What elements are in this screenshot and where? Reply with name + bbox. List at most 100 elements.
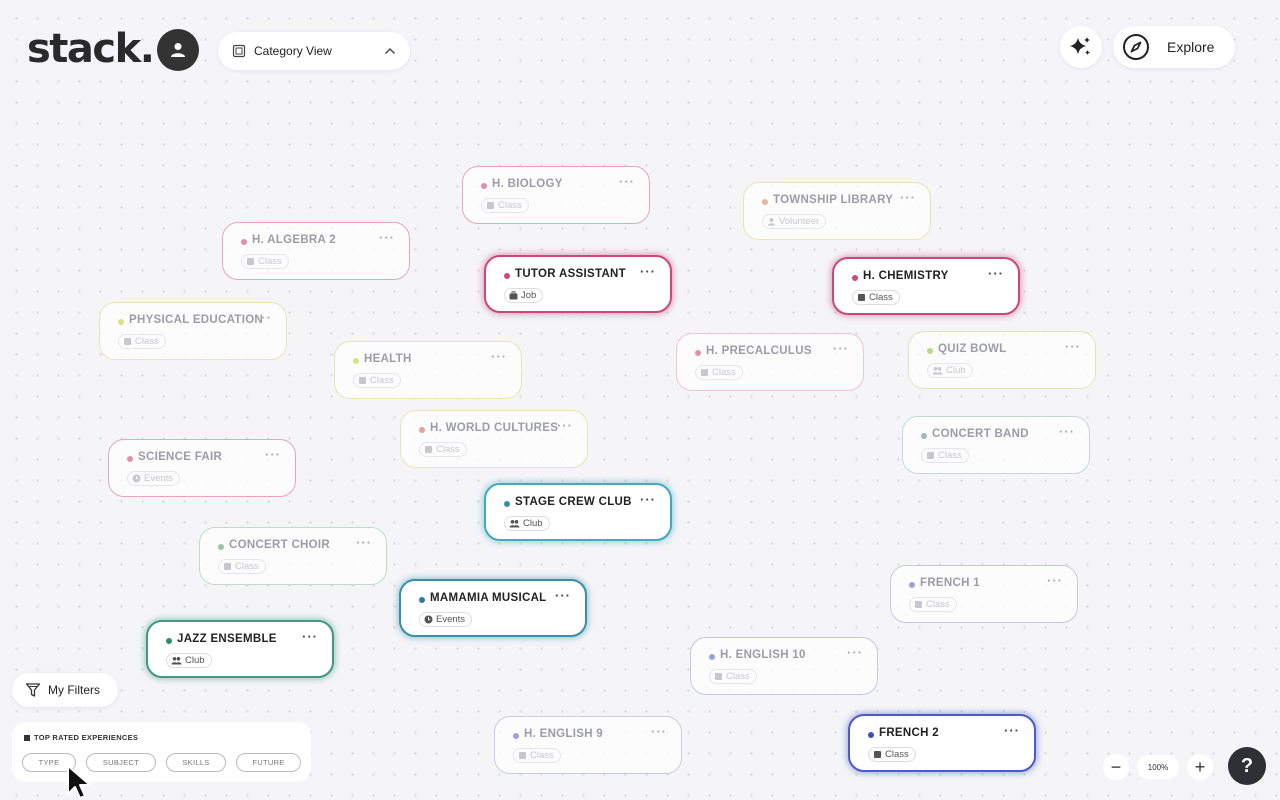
card-title: JAZZ ENSEMBLE: [177, 633, 277, 645]
card-type-tag: Class: [695, 365, 743, 380]
experience-card-concert-band[interactable]: CONCERT BAND ··· Class: [902, 416, 1090, 474]
card-type-tag: Job: [504, 288, 544, 303]
card-type-label: Club: [185, 655, 205, 666]
card-color-dot: [762, 199, 768, 205]
card-type-label: Job: [521, 290, 537, 301]
card-color-dot: [852, 275, 858, 281]
clock-icon: [424, 615, 433, 624]
book-icon: [246, 257, 255, 266]
card-title: H. BIOLOGY: [492, 178, 563, 190]
card-type-label: Volunteer: [779, 216, 820, 227]
card-type-label: Class: [498, 200, 522, 211]
more-options-icon[interactable]: ···: [1065, 339, 1081, 354]
card-color-dot: [909, 582, 915, 588]
my-filters-button[interactable]: My Filters: [12, 673, 118, 707]
experience-card-tutor-assistant[interactable]: TUTOR ASSISTANT ··· Job: [484, 255, 672, 313]
zoom-in-button[interactable]: +: [1187, 754, 1213, 780]
card-title: H. WORLD CULTURES: [430, 422, 559, 434]
more-options-icon[interactable]: ···: [847, 645, 863, 660]
explore-button[interactable]: Explore: [1113, 26, 1235, 68]
more-options-icon[interactable]: ···: [1059, 424, 1075, 439]
more-options-icon[interactable]: ···: [256, 310, 272, 325]
more-options-icon[interactable]: ···: [491, 349, 507, 364]
ai-sparkle-button[interactable]: [1060, 26, 1102, 68]
experience-card-h-chemistry[interactable]: H. CHEMISTRY ··· Class: [832, 257, 1020, 315]
experience-card-quiz-bowl[interactable]: QUIZ BOWL ··· Club: [908, 331, 1096, 389]
experience-card-h-precalculus[interactable]: H. PRECALCULUS ··· Class: [676, 333, 864, 391]
more-options-icon[interactable]: ···: [557, 418, 573, 433]
card-color-dot: [927, 348, 933, 354]
card-type-label: Class: [885, 749, 909, 760]
card-type-label: Class: [869, 292, 893, 303]
help-button[interactable]: ?: [1228, 747, 1266, 785]
experience-card-french-2[interactable]: FRENCH 2 ··· Class: [848, 714, 1036, 772]
card-type-label: Class: [938, 450, 962, 461]
card-title: H. CHEMISTRY: [863, 270, 949, 282]
more-options-icon[interactable]: ···: [1004, 723, 1020, 738]
card-type-label: Class: [235, 561, 259, 572]
card-type-label: Club: [946, 365, 966, 376]
card-type-label: Class: [726, 671, 750, 682]
experience-card-physical-education[interactable]: PHYSICAL EDUCATION ··· Class: [99, 302, 287, 360]
experience-card-h-english-10[interactable]: H. ENGLISH 10 ··· Class: [690, 637, 878, 695]
card-type-tag: Club: [927, 363, 973, 378]
experience-card-health[interactable]: HEALTH ··· Class: [334, 341, 522, 399]
filter-icon: [25, 683, 41, 697]
experience-card-jazz-ensemble[interactable]: JAZZ ENSEMBLE ··· Club: [146, 620, 334, 678]
card-type-tag: Class: [218, 559, 266, 574]
filter-pill-subject[interactable]: SUBJECT: [86, 753, 156, 772]
more-options-icon[interactable]: ···: [302, 629, 318, 644]
more-options-icon[interactable]: ···: [265, 447, 281, 462]
more-options-icon[interactable]: ···: [988, 266, 1004, 281]
card-color-dot: [921, 433, 927, 439]
filter-pill-future[interactable]: FUTURE: [236, 753, 301, 772]
card-color-dot: [504, 273, 510, 279]
user-icon: [171, 43, 185, 57]
card-type-label: Events: [436, 614, 466, 625]
more-options-icon[interactable]: ···: [555, 588, 571, 603]
more-options-icon[interactable]: ···: [619, 174, 635, 189]
more-options-icon[interactable]: ···: [833, 341, 849, 356]
more-options-icon[interactable]: ···: [640, 264, 656, 279]
card-title: TUTOR ASSISTANT: [515, 268, 626, 280]
card-type-tag: Class: [909, 597, 957, 612]
experience-card-township-library[interactable]: TOWNSHIP LIBRARY ··· Volunteer: [743, 182, 931, 240]
card-type-label: Class: [370, 375, 394, 386]
chevron-up-icon: [385, 48, 395, 54]
card-title: STAGE CREW CLUB: [515, 496, 632, 508]
card-color-dot: [868, 732, 874, 738]
experience-card-mamamia-musical[interactable]: MAMAMIA MUSICAL ··· Events: [399, 579, 587, 637]
more-options-icon[interactable]: ···: [900, 190, 916, 205]
experience-card-french-1[interactable]: FRENCH 1 ··· Class: [890, 565, 1078, 623]
card-type-tag: Club: [166, 653, 212, 668]
more-options-icon[interactable]: ···: [379, 230, 395, 245]
experience-card-concert-choir[interactable]: CONCERT CHOIR ··· Class: [199, 527, 387, 585]
card-title: SCIENCE FAIR: [138, 451, 223, 463]
more-options-icon[interactable]: ···: [640, 492, 656, 507]
card-type-tag: Events: [127, 471, 181, 486]
card-type-label: Events: [144, 473, 174, 484]
person-icon: [767, 217, 776, 226]
card-color-dot: [513, 733, 519, 739]
experience-card-h-biology[interactable]: H. BIOLOGY ··· Class: [462, 166, 650, 224]
filter-pill-skills[interactable]: SKILLS: [166, 753, 226, 772]
book-icon: [424, 445, 433, 454]
category-view-dropdown[interactable]: Category View: [218, 32, 410, 70]
card-type-label: Class: [135, 336, 159, 347]
experience-card-h-english-9[interactable]: H. ENGLISH 9 ··· Class: [494, 716, 682, 774]
card-color-dot: [419, 597, 425, 603]
profile-avatar-button[interactable]: [157, 29, 199, 71]
experience-card-science-fair[interactable]: SCIENCE FAIR ··· Events: [108, 439, 296, 497]
experience-card-h-world-cultures[interactable]: H. WORLD CULTURES ··· Class: [400, 410, 588, 468]
more-options-icon[interactable]: ···: [651, 724, 667, 739]
card-type-tag: Class: [481, 198, 529, 213]
card-title: QUIZ BOWL: [938, 343, 1007, 355]
more-options-icon[interactable]: ···: [356, 535, 372, 550]
experience-card-h-algebra-2[interactable]: H. ALGEBRA 2 ··· Class: [222, 222, 410, 280]
zoom-out-button[interactable]: −: [1103, 754, 1129, 780]
more-options-icon[interactable]: ···: [1047, 573, 1063, 588]
card-title: MAMAMIA MUSICAL: [430, 592, 547, 604]
experience-card-stage-crew-club[interactable]: STAGE CREW CLUB ··· Club: [484, 483, 672, 541]
book-icon: [486, 201, 495, 210]
card-type-tag: Class: [709, 669, 757, 684]
